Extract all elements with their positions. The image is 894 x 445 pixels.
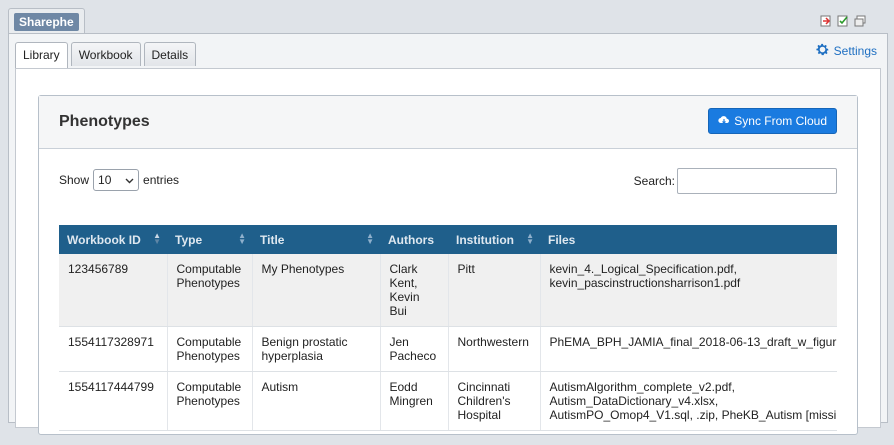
export-icon[interactable] xyxy=(820,15,832,27)
check-icon[interactable] xyxy=(837,15,849,27)
library-content: Phenotypes Sync From Cloud Show 10 entri… xyxy=(15,68,881,435)
column-header-files[interactable]: Files xyxy=(540,225,837,254)
cell-workbook-id: 1554117328971 xyxy=(59,326,168,372)
main-panel: Library Workbook Details Settings Phenot… xyxy=(8,33,888,435)
page-size-value: 10 xyxy=(98,173,112,187)
column-header-institution[interactable]: Institution ▲ ▼ xyxy=(448,225,540,254)
search-label: Search: xyxy=(633,174,675,188)
cell-authors: Jen Pacheco xyxy=(380,326,449,372)
window-tab[interactable]: Sharephe xyxy=(8,8,85,34)
tab-library[interactable]: Library xyxy=(15,42,68,68)
page-size-control: Show 10 entries xyxy=(59,169,179,191)
window-controls xyxy=(820,15,866,27)
chevron-down-icon xyxy=(125,173,134,187)
cell-institution: Northwestern xyxy=(448,326,541,372)
phenotypes-table: Workbook ID ▲ ▼ Type ▲ ▼ Title ▲ ▼ Autho… xyxy=(59,225,837,431)
cell-title: Benign prostatic hyperplasia xyxy=(252,326,381,372)
window-title: Sharephe xyxy=(14,13,79,31)
cell-files: PhEMA_BPH_JAMIA_final_2018-06-13_draft_w… xyxy=(540,326,837,372)
sort-icon: ▲ ▼ xyxy=(366,231,374,246)
entries-label: entries xyxy=(143,173,180,187)
gear-icon xyxy=(815,42,830,60)
cell-files: kevin_4._Logical_Specification.pdf, kevi… xyxy=(540,254,837,327)
column-header-authors[interactable]: Authors xyxy=(380,225,448,254)
table-row[interactable]: 1554117444799 Computable Phenotypes Auti… xyxy=(59,371,837,431)
table-row[interactable]: 1554117328971 Computable Phenotypes Beni… xyxy=(59,326,837,372)
cell-title: My Phenotypes xyxy=(252,254,381,327)
restore-icon[interactable] xyxy=(854,15,866,27)
sort-icon: ▲ ▼ xyxy=(238,231,246,246)
column-header-title[interactable]: Title ▲ ▼ xyxy=(252,225,380,254)
tab-workbook[interactable]: Workbook xyxy=(70,42,141,66)
cell-workbook-id: 123456789 xyxy=(59,254,168,327)
table-row[interactable]: 123456789 Computable Phenotypes My Pheno… xyxy=(59,254,837,327)
tab-bar: Library Workbook Details xyxy=(15,42,197,68)
cell-type: Computable Phenotypes xyxy=(167,371,253,431)
page-title: Phenotypes xyxy=(59,113,150,130)
cell-files: AutismAlgorithm_complete_v2.pdf, Autism_… xyxy=(540,371,837,431)
cell-institution: Pitt xyxy=(448,254,541,327)
settings-label: Settings xyxy=(833,44,877,58)
cell-authors: Eodd Mingren xyxy=(380,371,449,431)
search-input[interactable] xyxy=(677,168,837,194)
cell-type: Computable Phenotypes xyxy=(167,326,253,372)
sort-icon: ▲ ▼ xyxy=(526,231,534,246)
cell-type: Computable Phenotypes xyxy=(167,254,253,327)
sync-from-cloud-button[interactable]: Sync From Cloud xyxy=(708,108,837,134)
table-header-row: Workbook ID ▲ ▼ Type ▲ ▼ Title ▲ ▼ Autho… xyxy=(59,225,837,254)
cell-authors: Clark Kent, Kevin Bui xyxy=(380,254,449,327)
page-size-select[interactable]: 10 xyxy=(93,169,140,191)
column-header-type[interactable]: Type ▲ ▼ xyxy=(167,225,252,254)
search-control: Search: xyxy=(634,168,837,194)
phenotypes-card: Phenotypes Sync From Cloud Show 10 entri… xyxy=(38,95,858,435)
show-label: Show xyxy=(59,173,90,187)
tab-details[interactable]: Details xyxy=(143,42,197,66)
cloud-icon xyxy=(718,114,730,129)
cell-title: Autism xyxy=(252,371,381,431)
cell-institution: Cincinnati Children's Hospital xyxy=(448,371,541,431)
card-header: Phenotypes Sync From Cloud xyxy=(39,96,857,149)
phenotypes-table-wrapper[interactable]: Workbook ID ▲ ▼ Type ▲ ▼ Title ▲ ▼ Autho… xyxy=(59,225,837,445)
cell-workbook-id: 1554117444799 xyxy=(59,371,168,431)
column-header-workbook-id[interactable]: Workbook ID ▲ ▼ xyxy=(59,225,167,254)
sync-button-label: Sync From Cloud xyxy=(734,114,827,128)
settings-link[interactable]: Settings xyxy=(815,42,877,60)
sort-asc-icon: ▲ ▼ xyxy=(153,231,161,246)
